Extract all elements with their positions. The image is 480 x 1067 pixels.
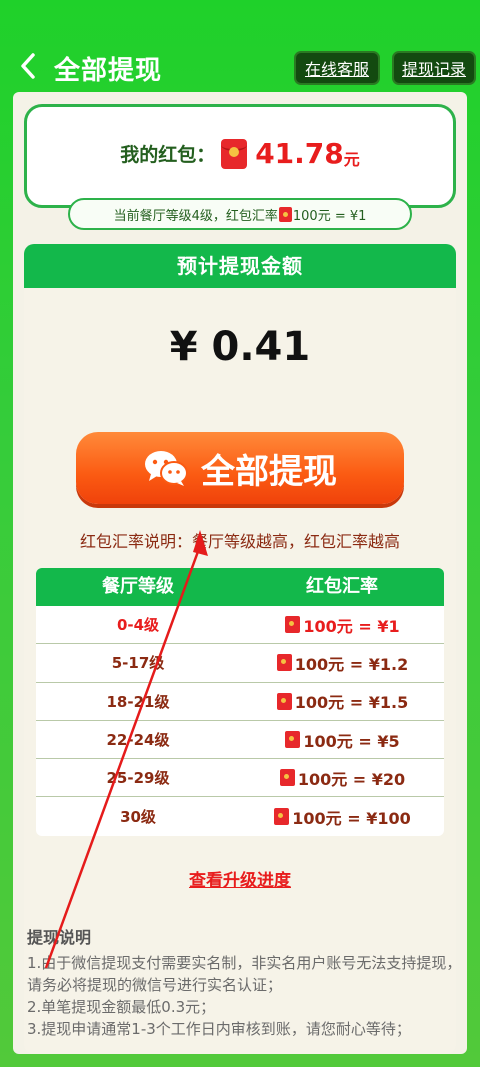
red-packet-icon <box>276 654 292 672</box>
row-level: 25-29级 <box>106 769 170 788</box>
withdraw-all-label: 全部提现 <box>201 451 337 492</box>
table-row: 18-21级 100元 = ¥1.5 <box>36 683 444 721</box>
row-level: 18-21级 <box>106 692 170 711</box>
wechat-icon <box>145 451 188 486</box>
row-level: 0-4级 <box>116 616 160 635</box>
row-level: 22-24级 <box>106 731 170 750</box>
level-note-suffix: 100元 = ¥1 <box>292 208 367 224</box>
col-level-header: 餐厅等级 <box>102 576 174 597</box>
red-packet-icon <box>276 692 292 710</box>
withdraw-record-button[interactable]: 提现记录 <box>392 51 476 85</box>
back-arrow-icon[interactable] <box>14 48 42 84</box>
row-rate-text: 100元 = ¥20 <box>297 769 406 789</box>
red-packet-icon <box>278 206 292 222</box>
note-item: 2.单笔提现金额最低0.3元； <box>27 998 216 1016</box>
red-packet-icon <box>285 616 301 634</box>
balance-value: 41.78 <box>255 137 344 170</box>
red-packet-icon <box>279 769 295 787</box>
row-level: 30级 <box>120 808 156 827</box>
page-title: 全部提现 <box>54 56 163 86</box>
row-rate: 100元 = ¥1.5 <box>240 689 444 713</box>
table-row: 25-29级 100元 = ¥20 <box>36 759 444 798</box>
row-rate-text: 100元 = ¥1.2 <box>294 654 409 674</box>
row-rate-text: 100元 = ¥1 <box>303 616 400 636</box>
row-rate: 100元 = ¥100 <box>240 805 444 829</box>
level-note: 当前餐厅等级4级，红包汇率 100元 = ¥1 <box>68 198 412 230</box>
note-item: 1.由于微信提现支付需要实名制，非实名用户账号无法支持提现，请务必将提现的微信号… <box>27 954 462 994</box>
row-rate-text: 100元 = ¥100 <box>292 808 411 828</box>
row-rate: 100元 = ¥1.2 <box>240 651 444 675</box>
rate-table-header: 餐厅等级 红包汇率 <box>36 568 444 606</box>
table-row: 22-24级 100元 = ¥5 <box>36 721 444 760</box>
notes-list: 1.由于微信提现支付需要实名制，非实名用户账号无法支持提现，请务必将提现的微信号… <box>27 952 467 1040</box>
row-rate: 100元 = ¥5 <box>240 728 444 752</box>
balance-row: 我的红包： 41.78 元 <box>27 137 453 170</box>
balance-card: 我的红包： 41.78 元 <box>24 104 456 208</box>
notes-title: 提现说明 <box>27 928 92 947</box>
rate-description: 红包汇率说明：餐厅等级越高，红包汇率越高 <box>79 532 400 551</box>
estimate-header: 预计提现金额 <box>24 244 456 288</box>
table-row: 30级 100元 = ¥100 <box>36 797 444 835</box>
balance-unit: 元 <box>343 149 360 169</box>
main-panel: 我的红包： 41.78 元 当前餐厅等级4级，红包汇率 100元 = ¥1 预计… <box>13 92 467 1054</box>
note-item: 3.提现申请通常1-3个工作日内审核到账，请您耐心等待； <box>27 1020 411 1038</box>
table-row: 0-4级 100元 = ¥1 <box>36 606 444 645</box>
estimate-amount: ¥ 0.41 <box>169 324 311 370</box>
red-packet-icon <box>221 138 248 169</box>
row-rate: 100元 = ¥1 <box>240 613 444 637</box>
online-service-button[interactable]: 在线客服 <box>294 51 380 85</box>
red-packet-icon <box>285 731 301 749</box>
row-rate-text: 100元 = ¥1.5 <box>294 693 409 713</box>
col-rate-header: 红包汇率 <box>306 576 378 597</box>
rate-table: 餐厅等级 红包汇率 0-4级 100元 = ¥1 5-17级 100元 = ¥1… <box>36 568 444 836</box>
table-row: 5-17级 100元 = ¥1.2 <box>36 644 444 683</box>
withdraw-all-button[interactable]: 全部提现 <box>76 432 404 504</box>
row-rate: 100元 = ¥20 <box>240 766 444 790</box>
red-packet-icon <box>274 808 290 826</box>
row-rate-text: 100元 = ¥5 <box>303 731 400 751</box>
top-bar: 全部提现 在线客服 提现记录 <box>0 0 480 92</box>
view-upgrade-progress-link[interactable]: 查看升级进度 <box>24 866 456 891</box>
balance-label: 我的红包： <box>120 144 216 166</box>
row-level: 5-17级 <box>111 654 165 673</box>
level-note-prefix: 当前餐厅等级4级，红包汇率 <box>113 208 278 224</box>
